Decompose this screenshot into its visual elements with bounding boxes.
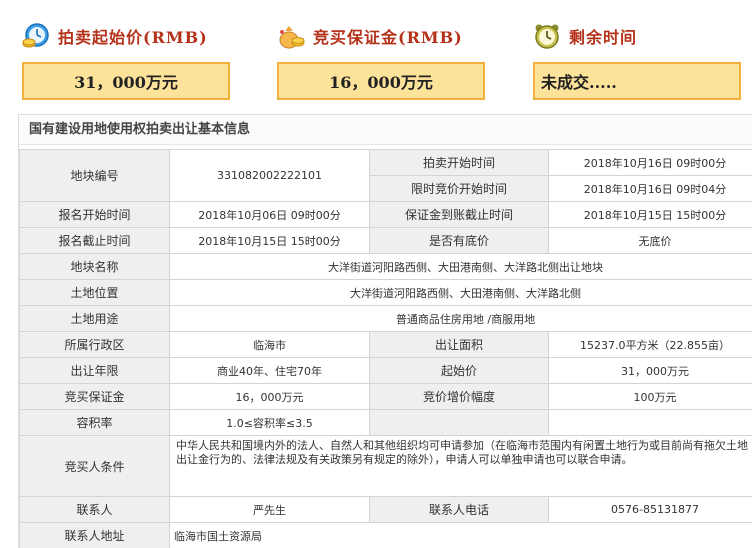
table-row: 报名截止时间 2018年10月15日 15时00分 是否有底价 无底价 bbox=[19, 227, 752, 254]
table-row: 土地位置 大洋街道河阳路西侧、大田港南侧、大洋路北侧 bbox=[19, 279, 752, 306]
empty-cell bbox=[369, 409, 549, 436]
signup-start-value: 2018年10月06日 09时00分 bbox=[169, 201, 370, 228]
start-price-header: 拍卖起始价(RMB) bbox=[22, 18, 208, 54]
starting-price-value: 31，000万元 bbox=[548, 357, 752, 384]
address-value: 临海市国土资源局 bbox=[169, 522, 752, 548]
start-price-label: 拍卖起始价(RMB) bbox=[58, 28, 208, 47]
table-row: 联系人地址 临海市国土资源局 bbox=[19, 522, 752, 548]
remaining-time-value: 未成交..... bbox=[533, 62, 741, 100]
remaining-time-header: 剩余时间 bbox=[533, 18, 637, 54]
usage-value: 普通商品住房用地 /商服用地 bbox=[169, 305, 752, 332]
alarm-clock-icon bbox=[533, 22, 561, 50]
deposit-deadline-label: 保证金到账截止时间 bbox=[369, 201, 549, 228]
table-row: 竞买保证金 16，000万元 竞价增价幅度 100万元 bbox=[19, 383, 752, 410]
basic-info-panel: 国有建设用地使用权拍卖出让基本信息 地块编号 331082002222101 拍… bbox=[18, 114, 752, 548]
area-label: 出让面积 bbox=[369, 331, 549, 358]
limited-bid-value: 2018年10月16日 09时04分 bbox=[548, 175, 752, 202]
section-title: 国有建设用地使用权拍卖出让基本信息 bbox=[19, 115, 752, 145]
deposit-value: 16，000万元 bbox=[277, 62, 485, 100]
parcel-no-value: 331082002222101 bbox=[169, 149, 370, 202]
location-label: 土地位置 bbox=[19, 279, 170, 306]
deposit-block: 竞买保证金(RMB) 16，000万元 bbox=[277, 0, 493, 112]
parcel-name-label: 地块名称 bbox=[19, 253, 170, 280]
deposit-header: 竞买保证金(RMB) bbox=[277, 18, 463, 54]
phone-value: 0576-85131877 bbox=[548, 496, 752, 523]
reserve-price-value: 无底价 bbox=[548, 227, 752, 254]
term-value: 商业40年、住宅70年 bbox=[169, 357, 370, 384]
contact-value: 严先生 bbox=[169, 496, 370, 523]
signup-end-value: 2018年10月15日 15时00分 bbox=[169, 227, 370, 254]
table-row: 容积率 1.0≤容积率≤3.5 bbox=[19, 409, 752, 436]
table-row: 地块编号 331082002222101 拍卖开始时间 2018年10月16日 … bbox=[19, 149, 752, 202]
district-value: 临海市 bbox=[169, 331, 370, 358]
address-label: 联系人地址 bbox=[19, 522, 170, 548]
far-value: 1.0≤容积率≤3.5 bbox=[169, 409, 370, 436]
table-row: 地块名称 大洋街道河阳路西侧、大田港南侧、大洋路北侧出让地块 bbox=[19, 253, 752, 280]
increment-label: 竞价增价幅度 bbox=[369, 383, 549, 410]
reserve-price-label: 是否有底价 bbox=[369, 227, 549, 254]
auction-start-label: 拍卖开始时间 bbox=[369, 149, 549, 176]
deposit-deadline-value: 2018年10月15日 15时00分 bbox=[548, 201, 752, 228]
remaining-time-block: 剩余时间 未成交..... bbox=[533, 0, 749, 112]
signup-end-label: 报名截止时间 bbox=[19, 227, 170, 254]
remaining-time-label: 剩余时间 bbox=[569, 28, 638, 47]
bid-deposit-value: 16，000万元 bbox=[169, 383, 370, 410]
table-row: 联系人 严先生 联系人电话 0576-85131877 bbox=[19, 496, 752, 523]
bidder-conditions-value: 中华人民共和国境内外的法人、自然人和其他组织均可申请参加（在临海市范围内有闲置土… bbox=[169, 435, 752, 497]
signup-start-label: 报名开始时间 bbox=[19, 201, 170, 228]
contact-label: 联系人 bbox=[19, 496, 170, 523]
clock-coin-icon bbox=[22, 22, 50, 50]
location-value: 大洋街道河阳路西侧、大田港南侧、大洋路北侧 bbox=[169, 279, 752, 306]
parcel-name-value: 大洋街道河阳路西侧、大田港南侧、大洋路北侧出让地块 bbox=[169, 253, 752, 280]
term-label: 出让年限 bbox=[19, 357, 170, 384]
parcel-no-label: 地块编号 bbox=[19, 149, 170, 202]
table-row: 土地用途 普通商品住房用地 /商服用地 bbox=[19, 305, 752, 332]
far-label: 容积率 bbox=[19, 409, 170, 436]
table-row: 所属行政区 临海市 出让面积 15237.0平方米（22.855亩） bbox=[19, 331, 752, 358]
table-row: 出让年限 商业40年、住宅70年 起始价 31，000万元 bbox=[19, 357, 752, 384]
limited-bid-label: 限时竞价开始时间 bbox=[369, 175, 549, 202]
area-value: 15237.0平方米（22.855亩） bbox=[548, 331, 752, 358]
auction-start-value: 2018年10月16日 09时00分 bbox=[548, 149, 752, 176]
bid-deposit-label: 竞买保证金 bbox=[19, 383, 170, 410]
bidder-conditions-label: 竞买人条件 bbox=[19, 435, 170, 497]
starting-price-label: 起始价 bbox=[369, 357, 549, 384]
info-table: 地块编号 331082002222101 拍卖开始时间 2018年10月16日 … bbox=[19, 149, 752, 548]
empty-cell bbox=[548, 409, 752, 436]
auction-summary: 拍卖起始价(RMB) 31，000万元 竞买保证金(RMB) 16，000万元 bbox=[0, 0, 752, 112]
money-bag-icon bbox=[277, 22, 305, 50]
table-row: 报名开始时间 2018年10月06日 09时00分 保证金到账截止时间 2018… bbox=[19, 201, 752, 228]
start-price-value: 31，000万元 bbox=[22, 62, 230, 100]
deposit-label: 竞买保证金(RMB) bbox=[313, 28, 463, 47]
district-label: 所属行政区 bbox=[19, 331, 170, 358]
usage-label: 土地用途 bbox=[19, 305, 170, 332]
phone-label: 联系人电话 bbox=[369, 496, 549, 523]
table-row: 竞买人条件 中华人民共和国境内外的法人、自然人和其他组织均可申请参加（在临海市范… bbox=[19, 435, 752, 497]
start-price-block: 拍卖起始价(RMB) 31，000万元 bbox=[22, 0, 238, 112]
increment-value: 100万元 bbox=[548, 383, 752, 410]
